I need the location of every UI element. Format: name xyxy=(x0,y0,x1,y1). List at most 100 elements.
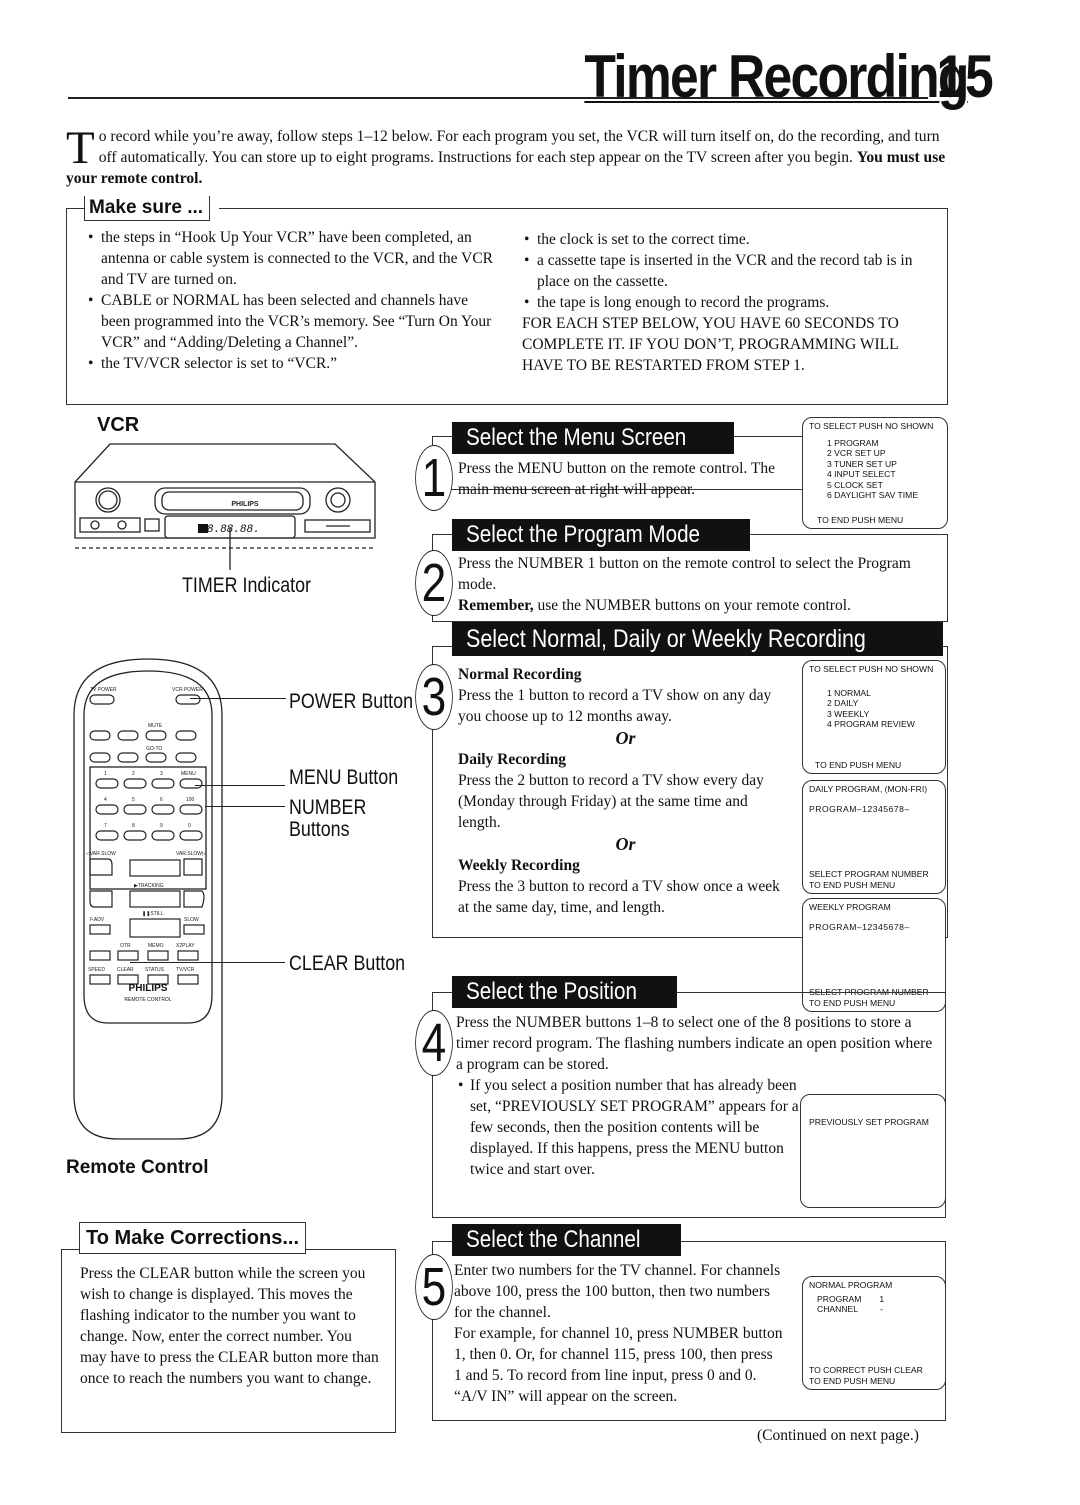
corrections-text: Press the CLEAR button while the screen … xyxy=(80,1265,379,1387)
step-3-text: Normal Recording Press the 1 button to r… xyxy=(458,664,793,918)
program-positions: PROGRAM–12345678– xyxy=(809,921,910,932)
channel-label: CHANNEL xyxy=(817,1304,859,1314)
make-sure-item: the tape is long enough to record the pr… xyxy=(522,292,932,313)
menu-screen-item: 2 VCR SET UP xyxy=(827,448,886,458)
page-number: 15 xyxy=(936,43,994,110)
remote-label-f-adv: F.ADV xyxy=(90,917,105,923)
remote-brand: PHILIPS xyxy=(129,983,168,994)
remote-control-illustration: TV POWER VCR POWER MUTE GO-TO MENU 100 1… xyxy=(73,658,223,1140)
daily-recording-heading: Daily Recording xyxy=(458,751,567,768)
screen-footer: TO END PUSH MENU xyxy=(809,879,896,890)
number-buttons-callout-line1: NUMBER xyxy=(289,796,367,819)
step-3-title: Select Normal, Daily or Weekly Recording xyxy=(452,622,943,656)
screen-footer: TO END PUSH MENU xyxy=(809,1375,896,1386)
make-sure-left-column: the steps in “Hook Up Your VCR” have bee… xyxy=(86,227,496,374)
step-4-bullet: • If you select a position number that h… xyxy=(456,1075,800,1180)
remote-digit-label: 4 xyxy=(104,797,107,803)
remember-text: use the NUMBER buttons on your remote co… xyxy=(533,597,851,614)
remote-label-otr: OTR xyxy=(120,943,131,949)
drop-cap: T xyxy=(66,122,95,174)
remote-label-go-to: GO-TO xyxy=(146,746,162,752)
vcr-brand: PHILIPS xyxy=(231,501,259,508)
intro-paragraph: To record while you’re away, follow step… xyxy=(66,122,956,189)
remote-digit-label: 0 xyxy=(188,823,191,829)
timer-indicator-label: TIMER Indicator xyxy=(182,574,311,597)
screen-header: WEEKLY PROGRAM xyxy=(809,902,891,912)
remote-label-x2play: X2PLAY xyxy=(176,943,195,949)
recording-type-screen: TO SELECT PUSH NO SHOWN 1 NORMAL 2 DAILY… xyxy=(802,660,946,774)
menu-button-callout: MENU Button xyxy=(289,766,399,789)
menu-screen-item: 5 CLOCK SET xyxy=(827,479,883,490)
step-5-example: For example, for channel 10, press NUMBE… xyxy=(454,1325,783,1405)
remote-digit-label: 2 xyxy=(132,771,135,777)
step-2-title: Select the Program Mode xyxy=(452,519,751,551)
make-sure-item: the steps in “Hook Up Your VCR” have bee… xyxy=(86,227,496,290)
remote-digit-label: 7 xyxy=(104,823,107,829)
vcr-label: VCR xyxy=(97,414,140,436)
remote-label-tv-vcr: TV/VCR xyxy=(176,967,195,973)
menu-leader-line xyxy=(195,785,285,787)
or-separator: Or xyxy=(615,834,636,854)
screen-header: TO SELECT PUSH NO SHOWN xyxy=(809,664,934,674)
clear-button-callout: CLEAR Button xyxy=(289,952,406,975)
remote-label-slow: SLOW xyxy=(184,917,199,923)
remote-label-var-slow-left: ◁VAR.SLOW xyxy=(86,851,116,857)
intro-text: o record while you’re away, follow steps… xyxy=(98,128,940,166)
previously-set-screen: PREVIOUSLY SET PROGRAM xyxy=(800,1094,946,1208)
make-sure-item: a cassette tape is inserted in the VCR a… xyxy=(522,250,932,292)
remote-label-status: STATUS xyxy=(145,967,165,973)
power-button-callout: POWER Button xyxy=(289,690,414,713)
remote-label-menu: MENU xyxy=(181,771,196,777)
remote-digit-label: 9 xyxy=(160,823,163,829)
menu-screen-item: 3 TUNER SET UP xyxy=(827,458,897,469)
remote-label-var-slow-right: VAR.SLOW▷ xyxy=(176,851,206,857)
remote-buttons xyxy=(89,694,205,985)
timer-indicator-icon xyxy=(198,524,208,533)
step-5-title: Select the Channel xyxy=(452,1224,681,1256)
menu-screen: TO SELECT PUSH NO SHOWN 1 PROGRAM 2 VCR … xyxy=(802,417,948,529)
daily-recording-text: Press the 2 button to record a TV show e… xyxy=(458,772,764,831)
make-sure-item: the clock is set to the correct time. xyxy=(522,229,932,250)
recording-type-option: 1 NORMAL xyxy=(827,687,871,698)
or-separator: Or xyxy=(615,728,636,748)
menu-screen-item: 4 INPUT SELECT xyxy=(827,469,896,479)
remote-label-tv-power: TV POWER xyxy=(90,687,117,693)
step-4-number: 4 xyxy=(415,1010,453,1076)
remote-digit-label: 3 xyxy=(160,771,163,777)
make-sure-item: CABLE or NORMAL has been selected and ch… xyxy=(86,290,496,353)
step-1-number: 1 xyxy=(415,445,453,511)
remote-digit-label: 1 xyxy=(104,771,107,777)
screen-header: TO SELECT PUSH NO SHOWN xyxy=(809,421,934,431)
remote-label-memo: MEMO xyxy=(148,943,164,949)
remote-control-label: Remote Control xyxy=(66,1157,209,1178)
remote-label-vcr-power: VCR POWER xyxy=(172,687,203,693)
remote-label-still: ❚❚STILL xyxy=(142,911,164,917)
screen-header: NORMAL PROGRAM xyxy=(809,1280,893,1290)
remote-label-speed: SPEED xyxy=(88,967,105,973)
step-3-number: 3 xyxy=(415,664,453,730)
step-1-text: Press the MENU button on the remote cont… xyxy=(458,460,775,498)
step-2-number: 2 xyxy=(415,550,453,616)
remote-label-100: 100 xyxy=(186,797,195,803)
vcr-illustration: PHILIPS 18.88.88. xyxy=(74,443,376,570)
channel-screen: NORMAL PROGRAM PROGRAM 1 CHANNEL - TO CORR… xyxy=(802,1276,946,1390)
program-value: 1 xyxy=(879,1293,885,1304)
step-4-title: Select the Position xyxy=(452,976,677,1008)
recording-type-option: 3 WEEKLY xyxy=(827,708,870,719)
menu-screen-item: 6 DAYLIGHT SAV TIME xyxy=(827,490,919,500)
vcr-eject-button xyxy=(325,487,351,513)
step-1-title: Select the Menu Screen xyxy=(452,422,735,454)
screen-header: DAILY PROGRAM, (MON-FRI) xyxy=(809,784,928,794)
page-title: Timer Recording xyxy=(584,43,970,110)
remote-label-tracking: ▶TRACKING xyxy=(134,883,164,889)
step-4-bullet-text: If you select a position number that has… xyxy=(470,1077,799,1178)
number-buttons-callout-line2: Buttons xyxy=(289,818,350,841)
remote-label-mute: MUTE xyxy=(148,723,163,729)
make-sure-item: the TV/VCR selector is set to “VCR.” xyxy=(86,353,496,374)
weekly-recording-heading: Weekly Recording xyxy=(458,857,580,874)
make-sure-right-column: the clock is set to the correct time. a … xyxy=(522,229,932,376)
remember-label: Remember, xyxy=(458,597,534,614)
program-positions: PROGRAM–12345678– xyxy=(809,803,910,814)
screen-footer: SELECT PROGRAM NUMBER xyxy=(809,869,929,879)
menu-screen-item: 1 PROGRAM xyxy=(827,437,879,448)
